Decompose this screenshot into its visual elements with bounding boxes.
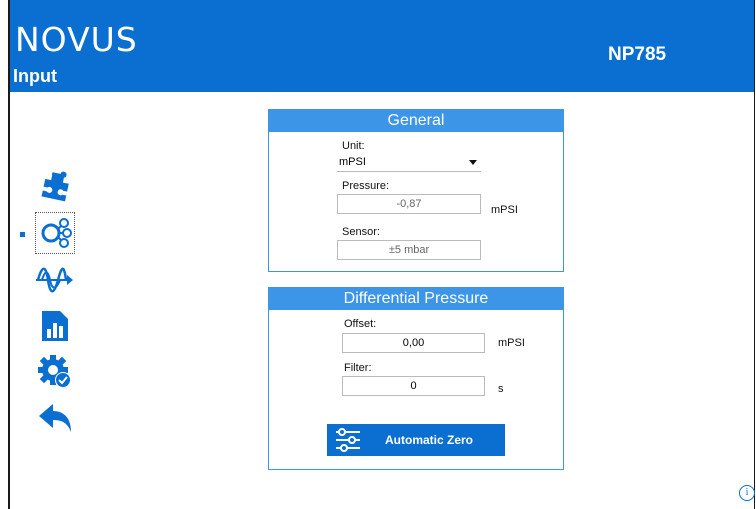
sliders-icon <box>327 428 369 452</box>
differential-panel-title: Differential Pressure <box>269 288 563 310</box>
automatic-zero-button[interactable]: Automatic Zero <box>327 424 505 456</box>
header-bar: NOVUS Input NP785 <box>10 0 754 92</box>
active-nav-indicator <box>20 232 25 237</box>
info-icon[interactable]: i <box>739 485 755 501</box>
bar-chart-icon[interactable] <box>36 306 74 346</box>
filter-unit: s <box>498 383 504 395</box>
unit-select-value: mPSI <box>339 156 366 168</box>
unit-label: Unit: <box>342 140 365 152</box>
app-frame: NOVUS Input NP785 General Unit: mPSI Pre… <box>8 0 755 509</box>
pressure-field: -0,87 <box>337 194 481 214</box>
back-arrow-icon[interactable] <box>36 398 74 438</box>
filter-label: Filter: <box>344 362 372 374</box>
automatic-zero-label: Automatic Zero <box>385 433 474 447</box>
offset-input[interactable]: 0,00 <box>342 333 485 353</box>
gear-check-icon[interactable] <box>36 352 74 392</box>
page-title: Input <box>13 66 57 86</box>
offset-label: Offset: <box>344 318 377 330</box>
unit-select[interactable]: mPSI <box>337 152 481 172</box>
device-model: NP785 <box>608 44 667 65</box>
pressure-label: Pressure: <box>342 180 390 192</box>
sensor-label: Sensor: <box>342 226 380 238</box>
signal-wave-icon[interactable] <box>36 260 74 300</box>
differential-pressure-panel: Differential Pressure Offset: 0,00 mPSI … <box>268 287 564 470</box>
general-panel-title: General <box>269 110 563 132</box>
input-network-icon[interactable] <box>35 212 75 254</box>
sensor-field: ±5 mbar <box>337 240 481 260</box>
offset-unit: mPSI <box>498 337 525 349</box>
chevron-down-icon <box>469 160 477 165</box>
filter-input[interactable]: 0 <box>342 376 485 396</box>
general-panel: General Unit: mPSI Pressure: -0,87 mPSI … <box>268 109 564 272</box>
novus-logo: NOVUS <box>15 20 138 59</box>
settings-puzzle-icon[interactable] <box>36 166 74 206</box>
pressure-unit: mPSI <box>491 204 518 216</box>
